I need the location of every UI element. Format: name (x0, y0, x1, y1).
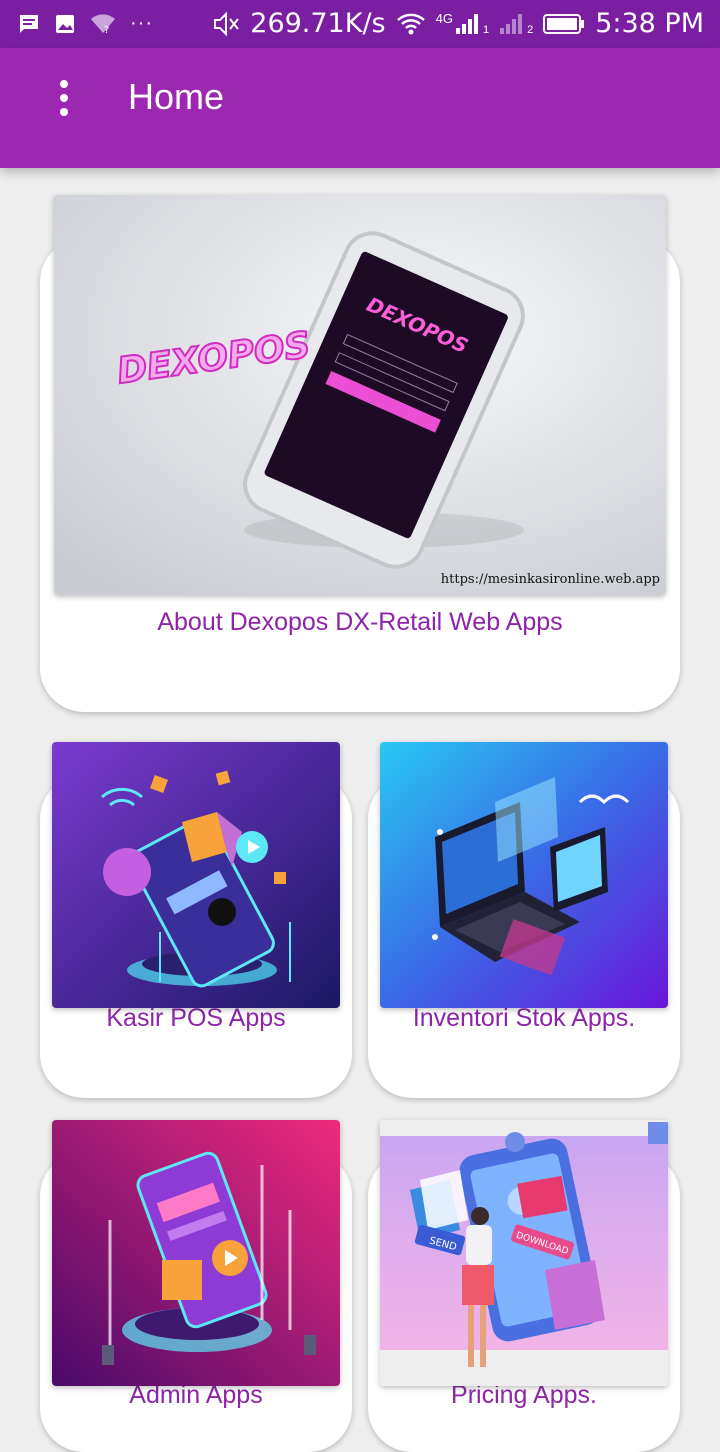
status-bar: ? ··· 269.71K/s 4G 1 2 5:38 PM (0, 0, 720, 48)
wifi-icon (396, 12, 426, 36)
kasir-card-image[interactable] (52, 742, 340, 1008)
about-card-image[interactable]: DEXOPOS DEXOPOS https://mesinkasironline… (54, 195, 666, 595)
more-notifications-icon: ··· (130, 12, 153, 34)
clock: 5:38 PM (595, 8, 704, 39)
image-notification-icon (54, 13, 76, 35)
watermark-url: https://mesinkasironline.web.app (441, 572, 660, 587)
wifi-unknown-icon: ? (90, 13, 116, 35)
pricing-card-image[interactable]: SEND DOWNLOAD (380, 1120, 668, 1386)
about-card-label: About Dexopos DX-Retail Web Apps (157, 608, 563, 636)
svg-text:?: ? (104, 25, 109, 35)
battery-icon (543, 13, 585, 35)
signal-sim2-icon (499, 12, 525, 36)
sim2-number: 2 (527, 24, 534, 36)
more-vert-icon[interactable] (44, 72, 84, 124)
admin-card-image[interactable] (52, 1120, 340, 1386)
sim1-number: 1 (482, 24, 490, 36)
message-notification-icon (18, 13, 40, 35)
network-speed: 269.71K/s (250, 8, 386, 39)
inventori-card-image[interactable] (380, 742, 668, 1008)
app-bar: Home (0, 48, 720, 168)
mute-icon (212, 11, 240, 37)
inventori-card-label: Inventori Stok Apps. (412, 1004, 636, 1032)
kasir-card-label: Kasir POS Apps (106, 1004, 286, 1032)
network-type: 4G (435, 11, 453, 26)
page-title: Home (128, 76, 225, 117)
signal-sim1-icon (455, 12, 481, 36)
